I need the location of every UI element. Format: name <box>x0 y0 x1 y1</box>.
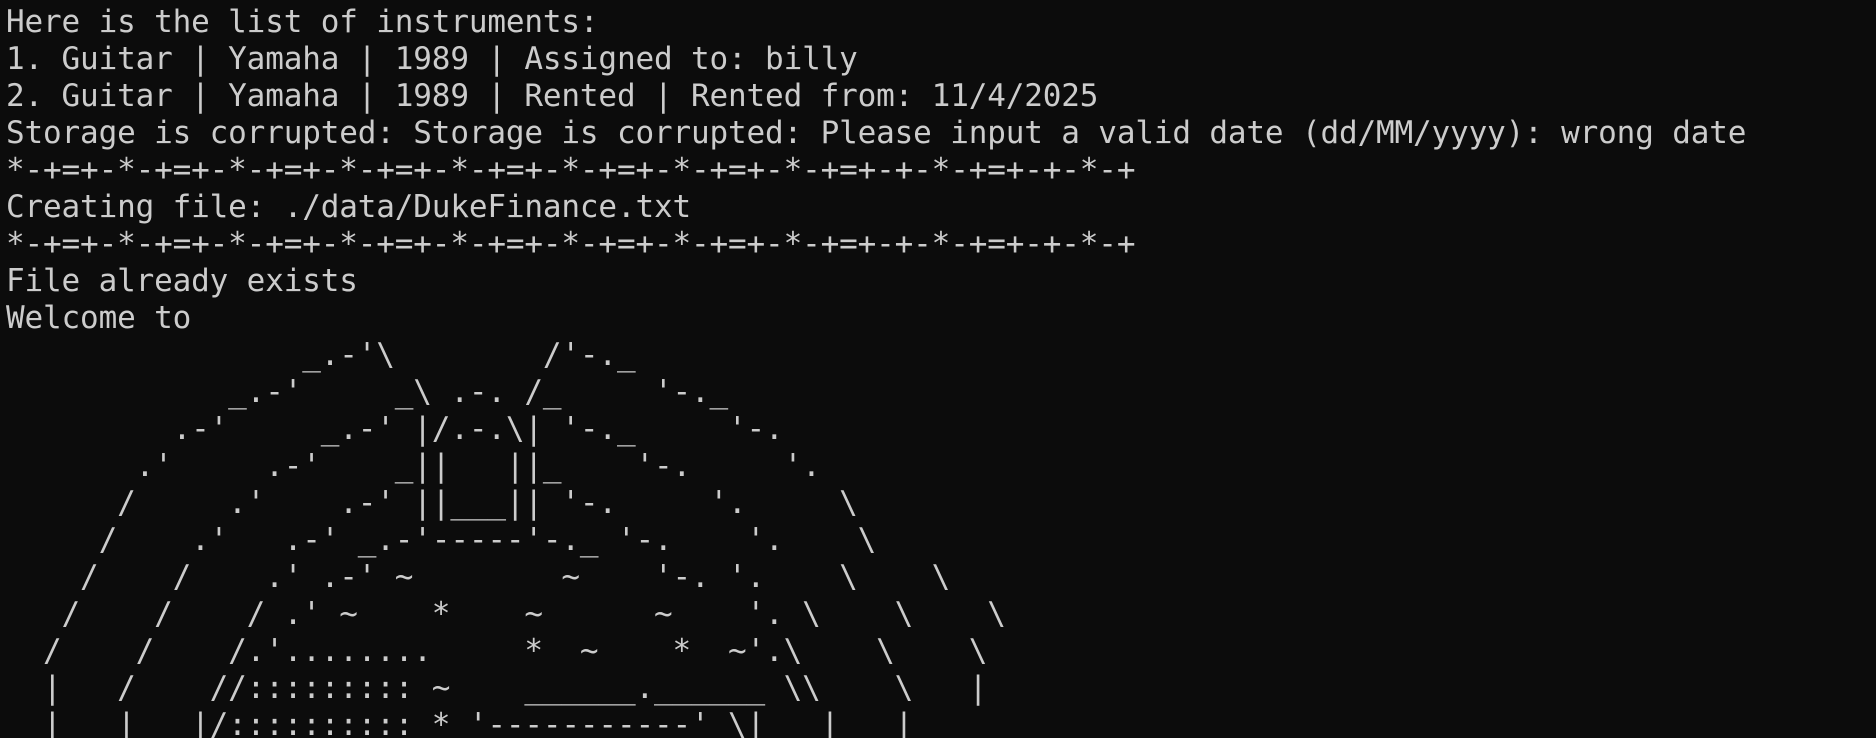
terminal-output[interactable]: Here is the list of instruments: 1. Guit… <box>0 0 1876 738</box>
separator-line: *-+=+-*-+=+-*-+=+-*-+=+-*-+=+-*-+=+-*-+=… <box>6 152 1136 188</box>
ascii-art-line: _.-' _\ .-. /_ '-._ <box>6 374 729 410</box>
ascii-art-line: | | |/:::::::::: * '-----------' \| | | <box>6 707 914 738</box>
ascii-art-line: / / / .' ~ * ~ ~ '. \ \ \ <box>6 596 1006 632</box>
file-exists-message: File already exists <box>6 263 358 299</box>
ascii-art-line: .' .-' _|| ||_ '-. '. <box>6 448 821 484</box>
welcome-message: Welcome to <box>6 300 192 336</box>
separator-line: *-+=+-*-+=+-*-+=+-*-+=+-*-+=+-*-+=+-*-+=… <box>6 226 1136 262</box>
instrument-list-heading: Here is the list of instruments: <box>6 4 599 40</box>
ascii-art-line: _.-'\ /'-._ <box>6 337 636 373</box>
ascii-art-line: / / /.'........ * ~ * ~'.\ \ \ <box>6 633 988 669</box>
creating-file-message: Creating file: ./data/DukeFinance.txt <box>6 189 692 225</box>
ascii-art-line: | / //::::::::: ~ ______.______ \\ \ | <box>6 670 988 706</box>
instrument-item-2: 2. Guitar | Yamaha | 1989 | Rented | Ren… <box>6 78 1099 114</box>
ascii-art-line: / .' .-' ||___|| '-. '. \ <box>6 485 858 521</box>
instrument-item-1: 1. Guitar | Yamaha | 1989 | Assigned to:… <box>6 41 858 77</box>
storage-error-message: Storage is corrupted: Storage is corrupt… <box>6 115 1747 151</box>
ascii-art-line: / / .' .-' ~ ~ '-. '. \ \ <box>6 559 951 595</box>
ascii-art-line: .-' _.-' |/.-.\| '-._ '-. <box>6 411 784 447</box>
ascii-art-line: / .' .-' _.-'-----'-._ '-. '. \ <box>6 522 877 558</box>
